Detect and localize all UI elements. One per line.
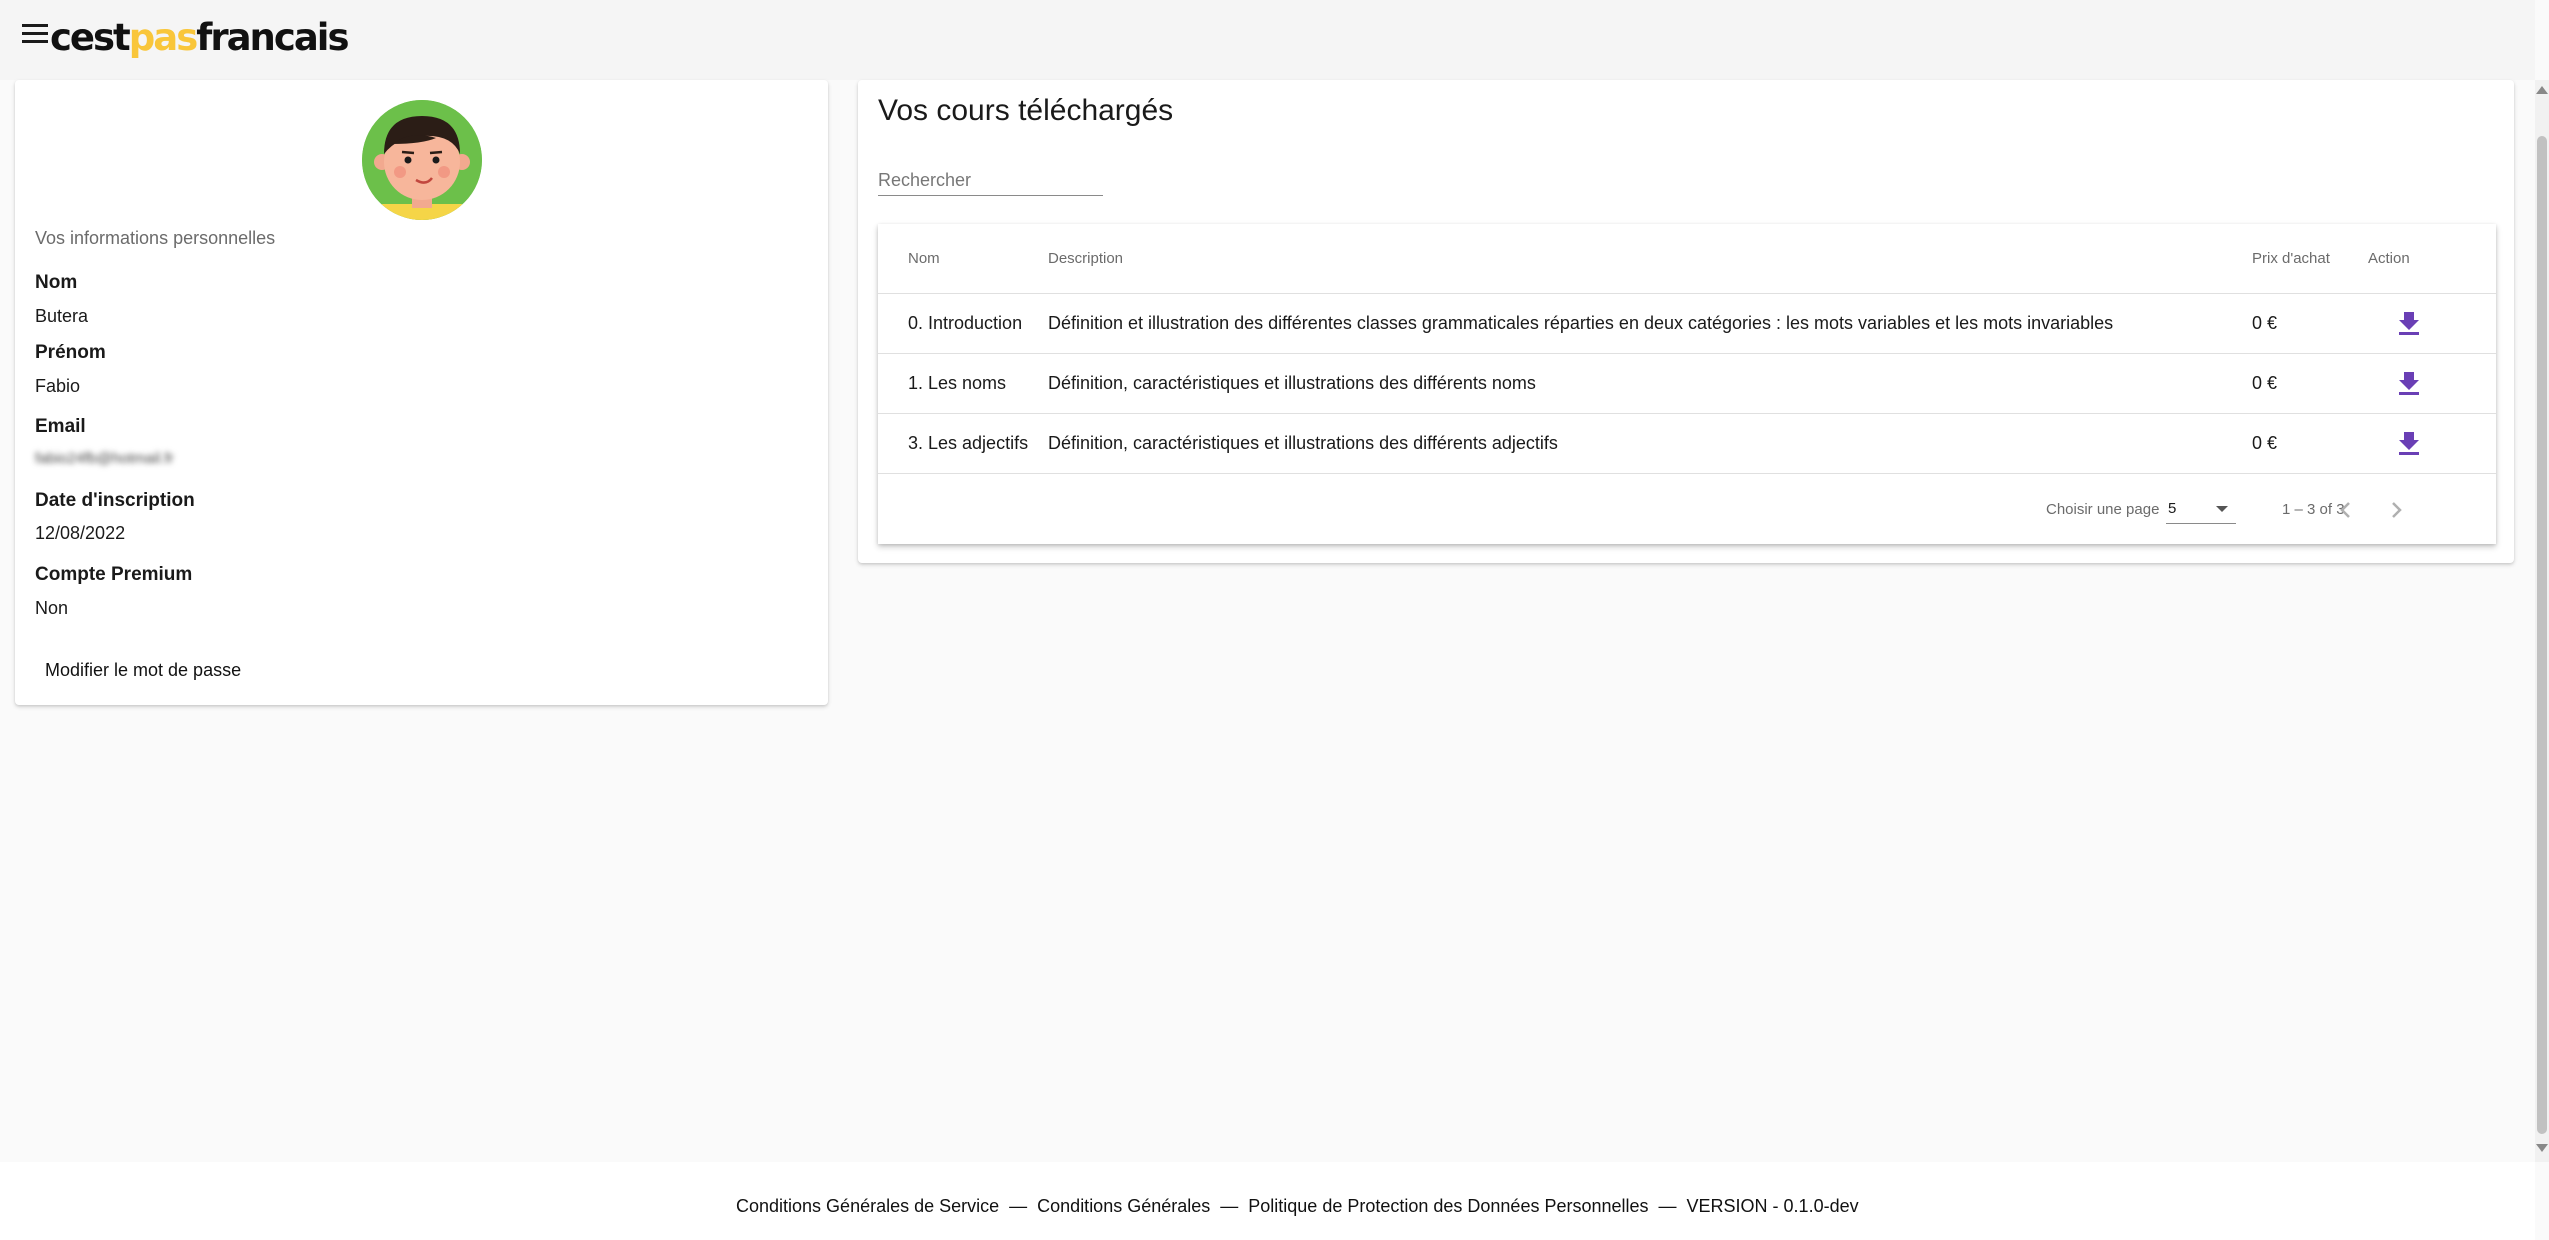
course-name: 0. Introduction [908,313,1023,333]
logo-text-part1: cest [50,16,131,59]
table-paginator: Choisir une page 5 1 – 3 of 3 [878,476,2496,544]
course-name: 3. Les adjectifs [908,433,1029,453]
email-value: fabio24fb@hotmail.fr [35,450,174,467]
app-logo[interactable]: cestpasfrancais [50,14,350,62]
page-size-label: Choisir une page [2046,501,2160,518]
signup-date-label: Date d'inscription [35,490,195,511]
email-label: Email [35,416,86,437]
footer-separator: — [1220,1196,1239,1216]
page-size-value: 5 [2168,500,2177,517]
column-header-price[interactable]: Prix d'achat [2252,250,2330,267]
table-row[interactable]: 0. Introduction Définition et illustrati… [878,294,2496,354]
courses-card: Vos cours téléchargés Nom Description Pr… [858,80,2514,563]
table-row[interactable]: 1. Les noms Définition, caractéristiques… [878,354,2496,414]
name-value: Butera [35,306,89,326]
profile-card: Vos informations personnelles Nom Butera… [15,80,828,705]
course-price: 0 € [2252,313,2278,333]
course-name: 1. Les noms [908,373,1007,393]
name-label: Nom [35,272,78,293]
scroll-up-arrow-icon[interactable] [2536,86,2548,94]
personal-info-label: Vos informations personnelles [35,228,276,248]
footer-link-cg[interactable]: Conditions Générales [1037,1196,1210,1216]
chevron-left-icon [2340,502,2350,518]
footer-link-cgs[interactable]: Conditions Générales de Service [736,1196,999,1216]
signup-date-value: 12/08/2022 [35,523,126,543]
firstname-label: Prénom [35,342,106,363]
course-description: Définition, caractéristiques et illustra… [1048,373,1536,393]
logo-text-part3: francais [196,16,349,59]
boy-avatar-icon [362,100,482,220]
search-input[interactable] [878,166,1103,196]
download-icon[interactable] [2397,370,2421,396]
scroll-down-arrow-icon[interactable] [2536,1144,2548,1152]
scrollbar-thumb[interactable] [2537,136,2547,1134]
course-description: Définition, caractéristiques et illustra… [1048,433,1558,453]
previous-page-button[interactable] [2330,494,2362,526]
table-row[interactable]: 3. Les adjectifs Définition, caractérist… [878,414,2496,474]
menu-icon[interactable] [22,24,48,46]
page-title: Vos cours téléchargés [878,94,1174,127]
column-header-name[interactable]: Nom [908,250,940,267]
footer-separator: — [1658,1196,1677,1216]
column-header-action[interactable]: Action [2368,250,2410,267]
footer-links: Conditions Générales de Service — Conditio… [736,1196,1859,1217]
table-header: Nom Description Prix d'achat Action [878,224,2496,294]
download-icon[interactable] [2397,430,2421,456]
column-header-description[interactable]: Description [1048,250,1123,267]
footer-separator: — [1009,1196,1028,1216]
app-header: cestpasfrancais [0,0,2535,80]
firstname-value: Fabio [35,376,81,396]
course-price: 0 € [2252,433,2278,453]
premium-value: Non [35,598,69,618]
course-price: 0 € [2252,373,2278,393]
logo-text-part2: pas [128,16,198,59]
page-size-select[interactable]: 5 [2166,498,2236,524]
chevron-right-icon [2392,502,2402,518]
download-icon[interactable] [2397,310,2421,336]
page-footer: Conditions Générales de Service — Conditio… [0,1162,2535,1240]
course-description: Définition et illustration des différent… [1048,313,2114,333]
chevron-down-icon [2216,506,2228,512]
next-page-button[interactable] [2380,494,2412,526]
footer-version: VERSION - 0.1.0-dev [1686,1196,1859,1216]
courses-table: Nom Description Prix d'achat Action 0. I… [878,224,2496,544]
premium-label: Compte Premium [35,564,193,585]
change-password-button[interactable]: Modifier le mot de passe [45,660,241,681]
footer-link-privacy[interactable]: Politique de Protection des Données Pers… [1248,1196,1648,1216]
